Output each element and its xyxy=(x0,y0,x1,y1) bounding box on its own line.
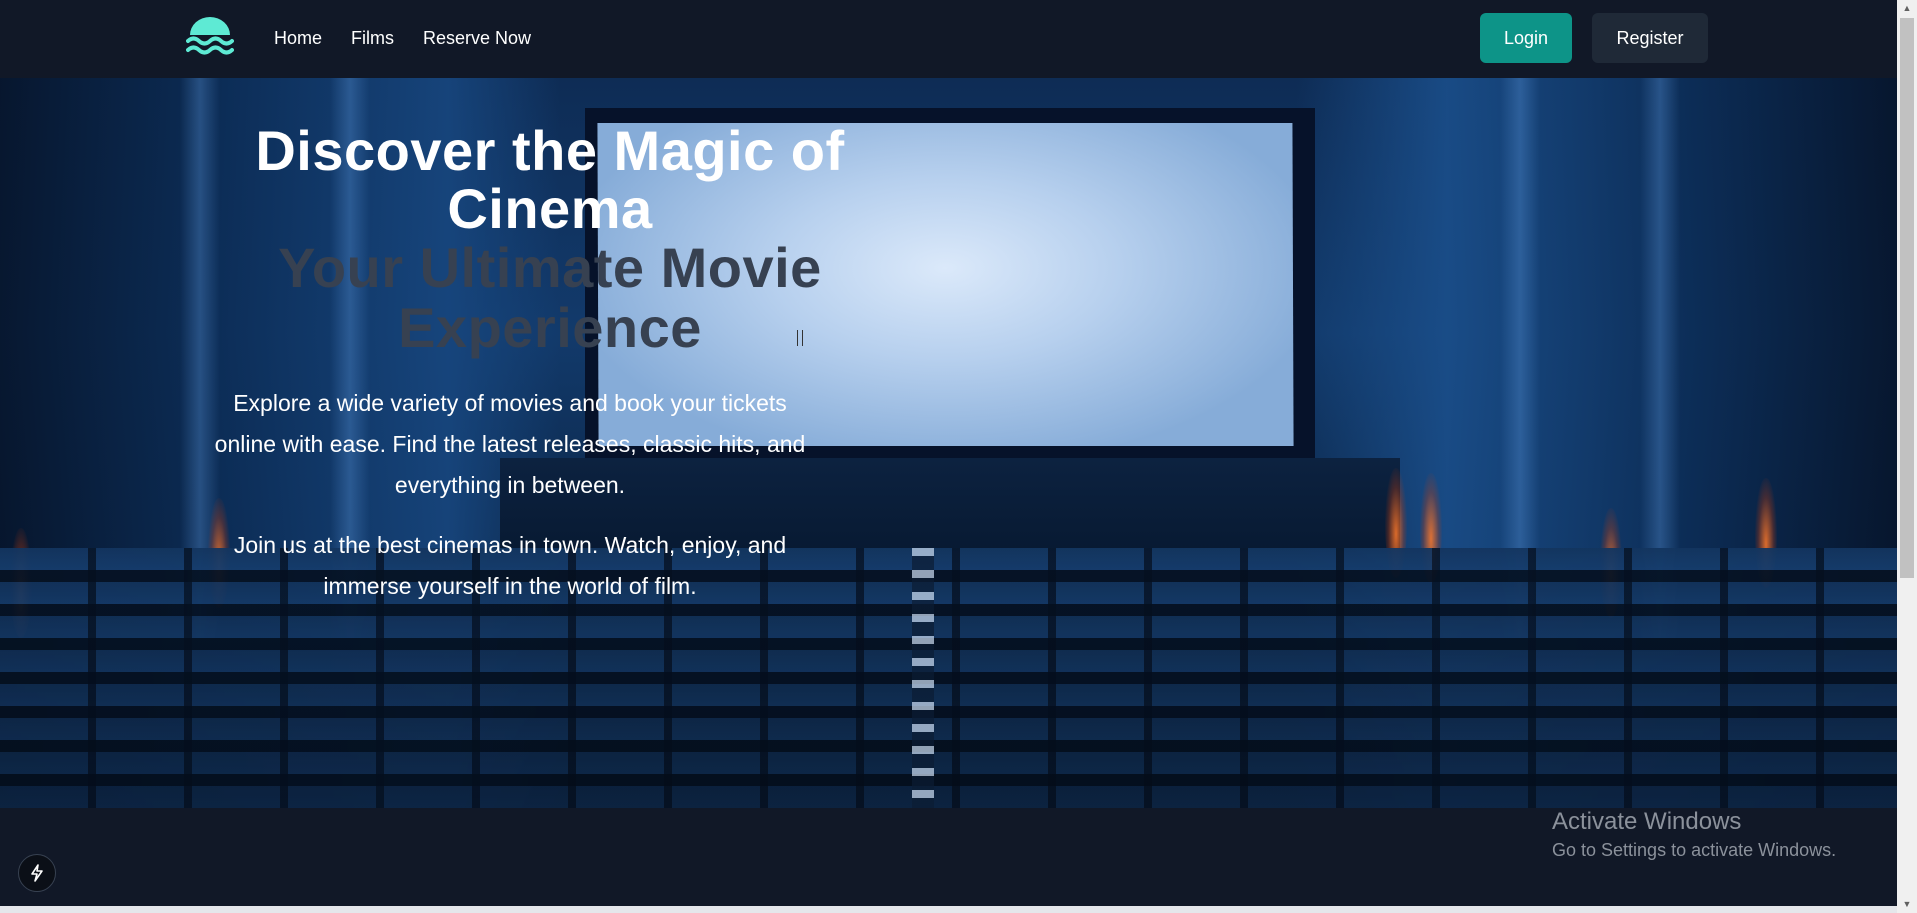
vertical-scrollbar[interactable]: ▲ ▼ xyxy=(1897,0,1917,913)
hero-paragraph-intro: Explore a wide variety of movies and boo… xyxy=(214,390,806,498)
text-cursor-icon xyxy=(797,330,803,346)
wave-logo-icon[interactable] xyxy=(186,17,234,59)
scrollbar-thumb[interactable] xyxy=(1900,18,1914,578)
register-button[interactable]: Register xyxy=(1592,13,1708,63)
watermark-title: Activate Windows xyxy=(1552,808,1742,835)
hero-paragraph-join: Join us at the best cinemas in town. Wat… xyxy=(233,532,787,599)
hero-title: Discover the Magic of Cinema xyxy=(255,119,845,240)
lightning-bolt-icon[interactable] xyxy=(18,854,56,892)
nav-reserve-now-link[interactable]: Reserve Now xyxy=(423,26,531,50)
activate-windows-watermark: Activate Windows Go to Settings to activ… xyxy=(1552,807,1836,863)
aisle-lights xyxy=(912,548,934,808)
main-nav: Home Films Reserve Now xyxy=(274,26,560,50)
nav-home-link[interactable]: Home xyxy=(274,26,322,50)
site-header: Home Films Reserve Now Login Register xyxy=(0,0,1897,78)
scroll-down-arrow-icon[interactable]: ▼ xyxy=(1897,896,1917,913)
watermark-subtitle: Go to Settings to activate Windows. xyxy=(1552,840,1837,860)
horizontal-strip xyxy=(0,906,1897,913)
login-button[interactable]: Login xyxy=(1480,13,1572,63)
scroll-up-arrow-icon[interactable]: ▲ xyxy=(1897,0,1917,17)
nav-films-link[interactable]: Films xyxy=(351,26,394,50)
page: Home Films Reserve Now Login Register Di… xyxy=(0,0,1917,913)
bolt-glyph xyxy=(31,864,43,882)
hero-heading-block: Discover the Magic of Cinema Your Ultima… xyxy=(180,122,920,358)
hero-subtitle: Your Ultimate Movie Experience xyxy=(278,236,822,359)
